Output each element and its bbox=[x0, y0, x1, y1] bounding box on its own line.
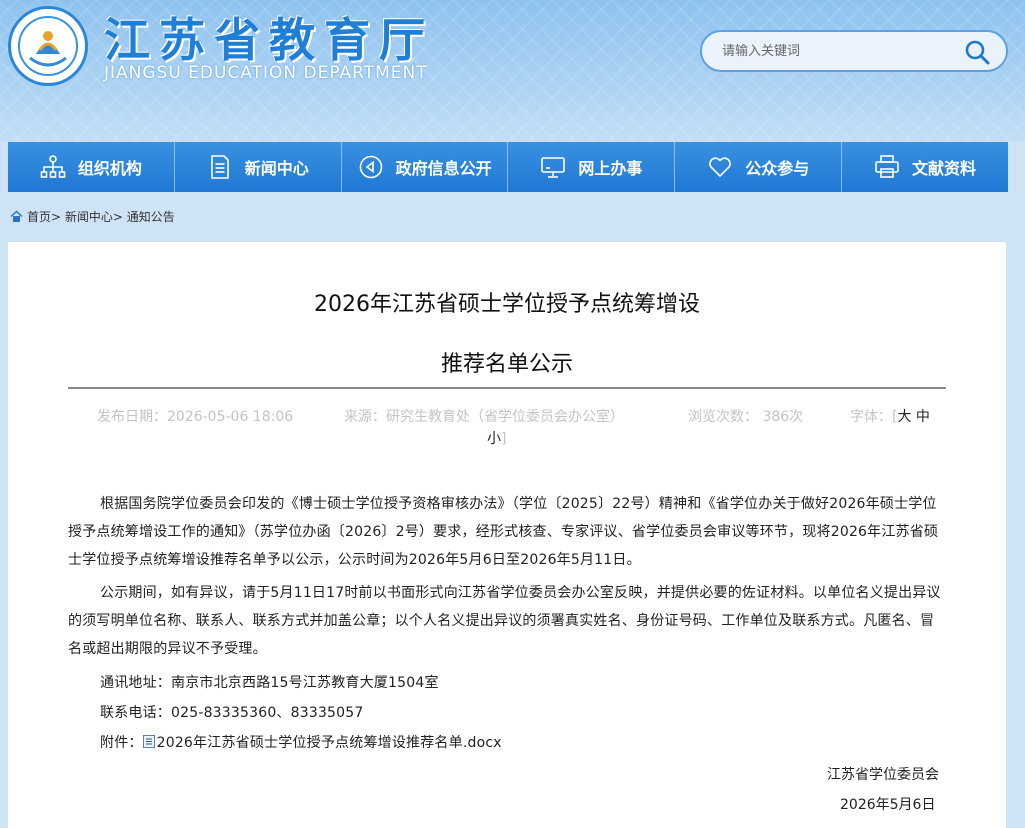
attachment-link[interactable]: 2026年江苏省硕士学位授予点统筹增设推荐名单.docx bbox=[157, 735, 502, 751]
font-size-control: 字体：[大 中 bbox=[850, 409, 930, 425]
publish-date: 发布日期：2026-05-06 18:06 bbox=[97, 409, 294, 425]
home-icon bbox=[10, 210, 23, 222]
nav-item-organization[interactable]: 组织机构 bbox=[8, 142, 175, 192]
nav-item-gov-info[interactable]: 政府信息公开 bbox=[342, 142, 509, 192]
address-value: 南京市北京西路15号江苏教育大厦1504室 bbox=[171, 675, 439, 691]
breadcrumb: 首页 > 新闻中心 > 通知公告 bbox=[10, 208, 175, 225]
address-label: 通讯地址： bbox=[100, 675, 171, 691]
news-document-icon bbox=[210, 155, 229, 179]
nav-label: 政府信息公开 bbox=[395, 159, 492, 178]
breadcrumb-news[interactable]: 新闻中心 bbox=[65, 208, 113, 225]
font-small-wrap: 小] bbox=[487, 431, 507, 447]
main-nav: 组织机构 新闻中心 政府信息公开 网上办事 公众参与 文献资料 bbox=[8, 142, 1008, 192]
article-title-line1: 2026年江苏省硕士学位授予点统筹增设 bbox=[314, 292, 700, 317]
breadcrumb-notices[interactable]: 通知公告 bbox=[127, 208, 175, 225]
nav-label: 新闻中心 bbox=[244, 159, 309, 178]
breadcrumb-home[interactable]: 首页 bbox=[27, 208, 51, 225]
search-box bbox=[700, 30, 1008, 72]
monitor-icon bbox=[541, 157, 566, 178]
article-panel: 2026年江苏省硕士学位授予点统筹增设 推荐名单公示 发布日期：2026-05-… bbox=[8, 242, 1006, 828]
article-title-line2: 推荐名单公示 bbox=[440, 352, 573, 377]
breadcrumb-separator: > bbox=[51, 209, 65, 224]
nav-item-public-participation[interactable]: 公众参与 bbox=[675, 142, 843, 192]
printer-icon bbox=[875, 155, 899, 178]
government-info-icon bbox=[359, 155, 382, 179]
phone-line: 联系电话：025-83335360、83335057 bbox=[68, 699, 946, 727]
search-input[interactable] bbox=[722, 43, 962, 59]
view-count: 浏览次数： 386次 bbox=[688, 409, 804, 425]
org-chart-icon bbox=[40, 155, 66, 178]
font-medium-button[interactable]: 中 bbox=[916, 409, 930, 425]
paragraph-1: 根据国务院学位委员会印发的《博士硕士学位授予资格审核办法》（学位〔2025〕22… bbox=[68, 496, 939, 568]
nav-label: 组织机构 bbox=[77, 159, 142, 178]
search-icon[interactable] bbox=[964, 39, 990, 65]
site-subtitle: JIANGSU EDUCATION DEPARTMENT bbox=[104, 63, 428, 83]
font-small-button[interactable]: 小 bbox=[487, 431, 501, 447]
font-size-label: 字体： bbox=[850, 409, 892, 425]
paragraph-2: 公示期间，如有异议，请于5月11日17时前以书面形式向江苏省学位委员会办公室反映… bbox=[68, 585, 941, 657]
nav-item-online-service[interactable]: 网上办事 bbox=[508, 142, 676, 192]
address-line: 通讯地址：南京市北京西路15号江苏教育大厦1504室 bbox=[68, 669, 946, 697]
attachment-label: 附件： bbox=[100, 735, 143, 751]
title-divider bbox=[68, 387, 946, 389]
signature-org: 江苏省学位委员会 bbox=[827, 767, 939, 783]
nav-item-documents[interactable]: 文献资料 bbox=[842, 142, 1008, 192]
site-header: 江苏省教育厅 JIANGSU EDUCATION DEPARTMENT bbox=[0, 0, 1025, 142]
nav-item-news[interactable]: 新闻中心 bbox=[175, 142, 342, 192]
article-source: 来源：研究生教育处（省学位委员会办公室） bbox=[344, 409, 624, 425]
breadcrumb-separator: > bbox=[112, 209, 127, 224]
heart-icon bbox=[709, 157, 732, 177]
signature-date: 2026年5月6日 bbox=[840, 797, 936, 813]
site-title: 江苏省教育厅 bbox=[104, 13, 434, 67]
phone-value: 025-83335360、83335057 bbox=[171, 705, 364, 721]
attachment-line: 附件： 2026年江苏省硕士学位授予点统筹增设推荐名单.docx bbox=[68, 729, 946, 757]
nav-label: 网上办事 bbox=[578, 159, 643, 178]
font-large-button[interactable]: 大 bbox=[897, 409, 911, 425]
nav-label: 公众参与 bbox=[745, 159, 810, 178]
phone-label: 联系电话： bbox=[100, 705, 171, 721]
logo-emblem-icon[interactable] bbox=[8, 6, 88, 86]
nav-label: 文献资料 bbox=[912, 159, 977, 178]
word-document-icon bbox=[142, 735, 155, 748]
